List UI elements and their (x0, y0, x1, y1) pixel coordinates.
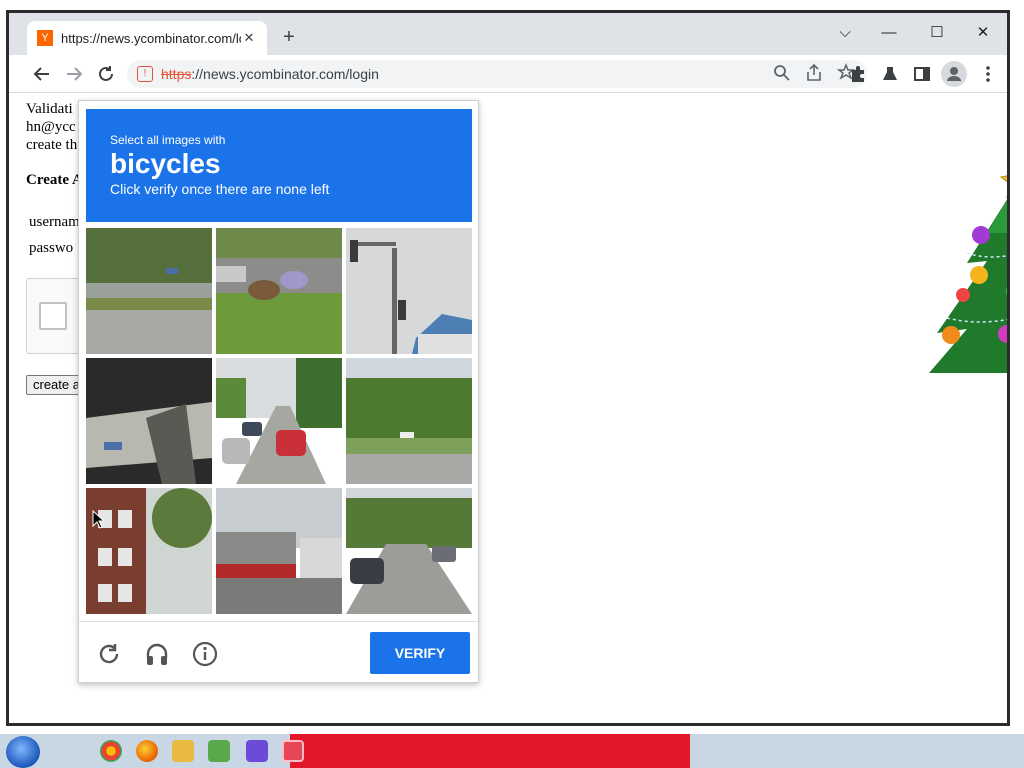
validation-line: hn@ycc (26, 119, 76, 135)
firefox-taskbar-icon[interactable] (136, 740, 158, 762)
captcha-target: bicycles (110, 148, 221, 179)
validation-line: create th (26, 137, 78, 153)
tile-road-trees[interactable] (86, 228, 212, 354)
browser-tab[interactable]: Y https://news.ycombinator.com/lo ✕ (27, 21, 267, 55)
tab-bar: Y https://news.ycombinator.com/lo ✕ + ⌵ … (9, 13, 1007, 55)
url-scheme: https (161, 66, 192, 82)
new-tab-button[interactable]: + (277, 25, 301, 49)
validation-message: Validati hn@ycc create th (26, 100, 77, 154)
verify-button[interactable]: VERIFY (370, 632, 470, 674)
side-panel-icon[interactable] (909, 61, 935, 87)
close-window-button[interactable]: ✕ (963, 19, 1003, 47)
reload-page-icon (99, 66, 113, 81)
chrome-active-taskbar-icon[interactable] (282, 740, 304, 762)
taskbar (0, 734, 1024, 768)
insecure-warning-icon[interactable]: ! (137, 66, 153, 82)
tab-search-icon[interactable]: ⌵ (825, 19, 865, 47)
tile-overpass[interactable] (86, 358, 212, 484)
start-button-icon[interactable] (6, 736, 40, 768)
reload-page-button[interactable] (93, 61, 119, 87)
mouse-cursor-icon (92, 510, 106, 529)
validation-line: Validati (26, 101, 73, 117)
zoom-search-icon[interactable] (773, 62, 791, 84)
url-text: ://news.ycombinator.com/login (191, 66, 379, 82)
forward-button[interactable] (61, 61, 87, 87)
chrome-taskbar-icon[interactable] (100, 740, 122, 762)
tile-brick-building[interactable] (86, 488, 212, 614)
audio-icon[interactable] (143, 640, 171, 668)
file-explorer-taskbar-icon[interactable] (172, 740, 194, 762)
password-label: passwo (29, 240, 74, 256)
tab-title: https://news.ycombinator.com/lo (61, 30, 241, 46)
back-arrow-icon (33, 67, 49, 81)
menu-kebab-icon[interactable] (975, 61, 1001, 87)
address-bar[interactable]: ! https ://news.ycombinator.com/login (127, 60, 867, 88)
labs-flask-icon[interactable] (877, 61, 903, 87)
share-icon[interactable] (805, 62, 823, 84)
captcha-instruction: Select all images with (110, 133, 226, 147)
info-icon[interactable] (191, 640, 219, 668)
back-button[interactable] (29, 61, 55, 87)
username-label: usernam (29, 214, 80, 230)
minimize-button[interactable]: — (869, 19, 909, 47)
maximize-button[interactable]: ☐ (917, 19, 957, 47)
christmas-tree-decoration (929, 175, 1007, 373)
captcha-challenge: Select all images with bicycles Click ve… (78, 100, 479, 683)
browser-toolbar: ! https ://news.ycombinator.com/login (9, 55, 1007, 93)
tile-residential-street[interactable] (346, 488, 472, 614)
tab-close-icon[interactable]: ✕ (241, 30, 257, 46)
extensions-icon[interactable] (845, 61, 871, 87)
tile-traffic-light[interactable] (346, 228, 472, 354)
tile-trees-lawn[interactable] (346, 358, 472, 484)
profile-avatar-icon[interactable] (941, 61, 967, 87)
app-taskbar-icon[interactable] (208, 740, 230, 762)
captcha-hint: Click verify once there are none left (110, 181, 330, 197)
captcha-header: Select all images with bicycles Click ve… (86, 109, 472, 222)
tile-street-cars[interactable] (216, 358, 342, 484)
forward-arrow-icon (67, 67, 83, 81)
reload-icon[interactable] (95, 640, 123, 668)
recaptcha-widget (26, 278, 86, 354)
app-taskbar-icon-2[interactable] (246, 740, 268, 762)
create-account-heading: Create A (26, 172, 83, 188)
hn-favicon-icon: Y (37, 30, 53, 46)
captcha-image-grid (86, 228, 473, 615)
captcha-footer: VERIFY (79, 621, 478, 683)
omnibox-actions (773, 62, 855, 84)
desktop-wallpaper-strip (290, 734, 690, 768)
tile-storefront[interactable] (216, 488, 342, 614)
recaptcha-checkbox[interactable] (39, 302, 67, 330)
tile-motorcycles[interactable] (216, 228, 342, 354)
